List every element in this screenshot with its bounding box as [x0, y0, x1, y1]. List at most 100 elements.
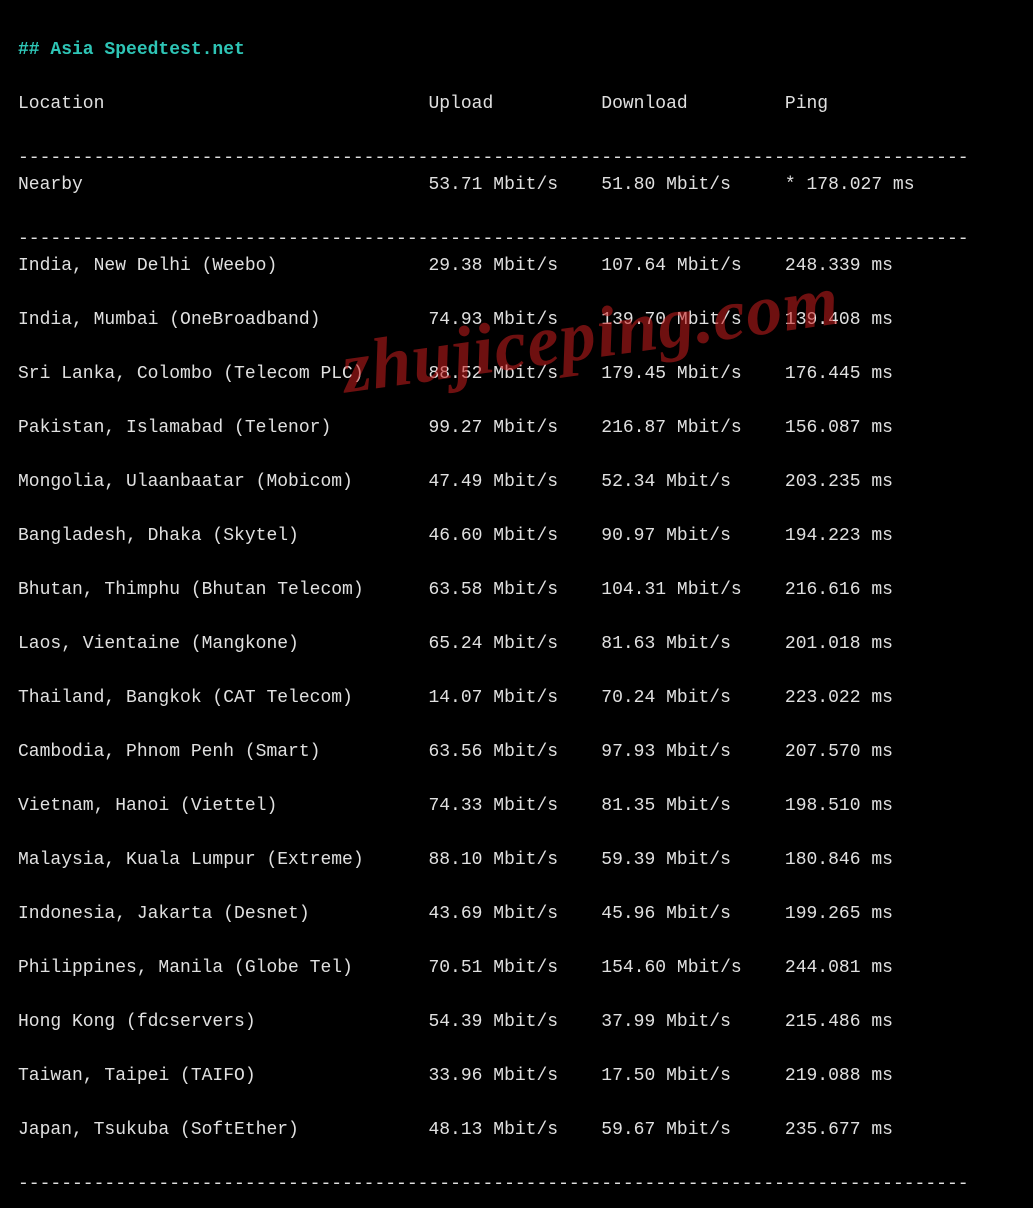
cell-upload: 33.96 Mbit/s — [428, 1063, 601, 1090]
cell-upload: 47.49 Mbit/s — [428, 469, 601, 496]
nearby-ping: * 178.027 ms — [785, 172, 915, 199]
divider: ----------------------------------------… — [18, 229, 969, 249]
cell-download: 59.67 Mbit/s — [601, 1117, 785, 1144]
table-header: LocationUploadDownloadPing — [18, 91, 1015, 118]
table-row: Vietnam, Hanoi (Viettel)74.33 Mbit/s81.3… — [18, 793, 1015, 820]
cell-upload: 29.38 Mbit/s — [428, 253, 601, 280]
table-row: Taiwan, Taipei (TAIFO)33.96 Mbit/s17.50 … — [18, 1063, 1015, 1090]
cell-ping: 156.087 ms — [785, 415, 893, 442]
cell-upload: 74.33 Mbit/s — [428, 793, 601, 820]
nearby-upload: 53.71 Mbit/s — [428, 172, 601, 199]
table-row: Hong Kong (fdcservers)54.39 Mbit/s37.99 … — [18, 1009, 1015, 1036]
cell-location: Pakistan, Islamabad (Telenor) — [18, 415, 428, 442]
divider: ----------------------------------------… — [18, 148, 969, 168]
cell-upload: 63.58 Mbit/s — [428, 577, 601, 604]
cell-upload: 99.27 Mbit/s — [428, 415, 601, 442]
cell-upload: 65.24 Mbit/s — [428, 631, 601, 658]
table-row: Bhutan, Thimphu (Bhutan Telecom)63.58 Mb… — [18, 577, 1015, 604]
nearby-download: 51.80 Mbit/s — [601, 172, 785, 199]
table-row: Cambodia, Phnom Penh (Smart)63.56 Mbit/s… — [18, 739, 1015, 766]
cell-location: Cambodia, Phnom Penh (Smart) — [18, 739, 428, 766]
table-row: India, New Delhi (Weebo)29.38 Mbit/s107.… — [18, 253, 1015, 280]
cell-download: 154.60 Mbit/s — [601, 955, 785, 982]
cell-location: India, New Delhi (Weebo) — [18, 253, 428, 280]
cell-download: 17.50 Mbit/s — [601, 1063, 785, 1090]
cell-location: Bhutan, Thimphu (Bhutan Telecom) — [18, 577, 428, 604]
cell-upload: 74.93 Mbit/s — [428, 307, 601, 334]
cell-location: India, Mumbai (OneBroadband) — [18, 307, 428, 334]
cell-ping: 248.339 ms — [785, 253, 893, 280]
cell-ping: 223.022 ms — [785, 685, 893, 712]
header-location: Location — [18, 91, 428, 118]
cell-location: Japan, Tsukuba (SoftEther) — [18, 1117, 428, 1144]
divider: ----------------------------------------… — [18, 1174, 969, 1194]
table-row: Sri Lanka, Colombo (Telecom PLC)88.52 Mb… — [18, 361, 1015, 388]
cell-download: 59.39 Mbit/s — [601, 847, 785, 874]
cell-ping: 216.616 ms — [785, 577, 893, 604]
cell-upload: 70.51 Mbit/s — [428, 955, 601, 982]
cell-download: 107.64 Mbit/s — [601, 253, 785, 280]
cell-download: 104.31 Mbit/s — [601, 577, 785, 604]
cell-download: 52.34 Mbit/s — [601, 469, 785, 496]
table-row: Malaysia, Kuala Lumpur (Extreme)88.10 Mb… — [18, 847, 1015, 874]
header-upload: Upload — [428, 91, 601, 118]
cell-download: 179.45 Mbit/s — [601, 361, 785, 388]
cell-download: 81.35 Mbit/s — [601, 793, 785, 820]
cell-ping: 198.510 ms — [785, 793, 893, 820]
cell-download: 70.24 Mbit/s — [601, 685, 785, 712]
nearby-location: Nearby — [18, 172, 428, 199]
cell-upload: 88.52 Mbit/s — [428, 361, 601, 388]
cell-location: Philippines, Manila (Globe Tel) — [18, 955, 428, 982]
cell-location: Mongolia, Ulaanbaatar (Mobicom) — [18, 469, 428, 496]
cell-location: Malaysia, Kuala Lumpur (Extreme) — [18, 847, 428, 874]
cell-ping: 199.265 ms — [785, 901, 893, 928]
cell-ping: 203.235 ms — [785, 469, 893, 496]
cell-location: Vietnam, Hanoi (Viettel) — [18, 793, 428, 820]
cell-ping: 207.570 ms — [785, 739, 893, 766]
cell-ping: 139.408 ms — [785, 307, 893, 334]
data-rows: India, New Delhi (Weebo)29.38 Mbit/s107.… — [18, 253, 1015, 1171]
table-row: Japan, Tsukuba (SoftEther)48.13 Mbit/s59… — [18, 1117, 1015, 1144]
table-row: Mongolia, Ulaanbaatar (Mobicom)47.49 Mbi… — [18, 469, 1015, 496]
cell-ping: 194.223 ms — [785, 523, 893, 550]
cell-upload: 88.10 Mbit/s — [428, 847, 601, 874]
table-row: Bangladesh, Dhaka (Skytel)46.60 Mbit/s90… — [18, 523, 1015, 550]
cell-ping: 235.677 ms — [785, 1117, 893, 1144]
cell-download: 81.63 Mbit/s — [601, 631, 785, 658]
table-row: Laos, Vientaine (Mangkone)65.24 Mbit/s81… — [18, 631, 1015, 658]
cell-ping: 201.018 ms — [785, 631, 893, 658]
cell-ping: 180.846 ms — [785, 847, 893, 874]
table-row: Indonesia, Jakarta (Desnet)43.69 Mbit/s4… — [18, 901, 1015, 928]
cell-ping: 176.445 ms — [785, 361, 893, 388]
cell-ping: 215.486 ms — [785, 1009, 893, 1036]
cell-location: Bangladesh, Dhaka (Skytel) — [18, 523, 428, 550]
table-row: Thailand, Bangkok (CAT Telecom)14.07 Mbi… — [18, 685, 1015, 712]
cell-upload: 54.39 Mbit/s — [428, 1009, 601, 1036]
cell-location: Laos, Vientaine (Mangkone) — [18, 631, 428, 658]
cell-location: Thailand, Bangkok (CAT Telecom) — [18, 685, 428, 712]
cell-location: Sri Lanka, Colombo (Telecom PLC) — [18, 361, 428, 388]
cell-upload: 48.13 Mbit/s — [428, 1117, 601, 1144]
cell-location: Indonesia, Jakarta (Desnet) — [18, 901, 428, 928]
cell-upload: 46.60 Mbit/s — [428, 523, 601, 550]
cell-ping: 244.081 ms — [785, 955, 893, 982]
nearby-row: Nearby53.71 Mbit/s51.80 Mbit/s* 178.027 … — [18, 172, 1015, 199]
cell-download: 216.87 Mbit/s — [601, 415, 785, 442]
cell-download: 97.93 Mbit/s — [601, 739, 785, 766]
cell-location: Taiwan, Taipei (TAIFO) — [18, 1063, 428, 1090]
table-row: Philippines, Manila (Globe Tel)70.51 Mbi… — [18, 955, 1015, 982]
table-row: India, Mumbai (OneBroadband)74.93 Mbit/s… — [18, 307, 1015, 334]
section-title: ## Asia Speedtest.net — [18, 40, 245, 60]
cell-upload: 63.56 Mbit/s — [428, 739, 601, 766]
cell-download: 37.99 Mbit/s — [601, 1009, 785, 1036]
terminal-output: ## Asia Speedtest.net LocationUploadDown… — [0, 0, 1033, 1208]
cell-location: Hong Kong (fdcservers) — [18, 1009, 428, 1036]
cell-upload: 14.07 Mbit/s — [428, 685, 601, 712]
header-download: Download — [601, 91, 785, 118]
cell-download: 90.97 Mbit/s — [601, 523, 785, 550]
cell-download: 45.96 Mbit/s — [601, 901, 785, 928]
cell-upload: 43.69 Mbit/s — [428, 901, 601, 928]
table-row: Pakistan, Islamabad (Telenor)99.27 Mbit/… — [18, 415, 1015, 442]
cell-ping: 219.088 ms — [785, 1063, 893, 1090]
cell-download: 139.70 Mbit/s — [601, 307, 785, 334]
